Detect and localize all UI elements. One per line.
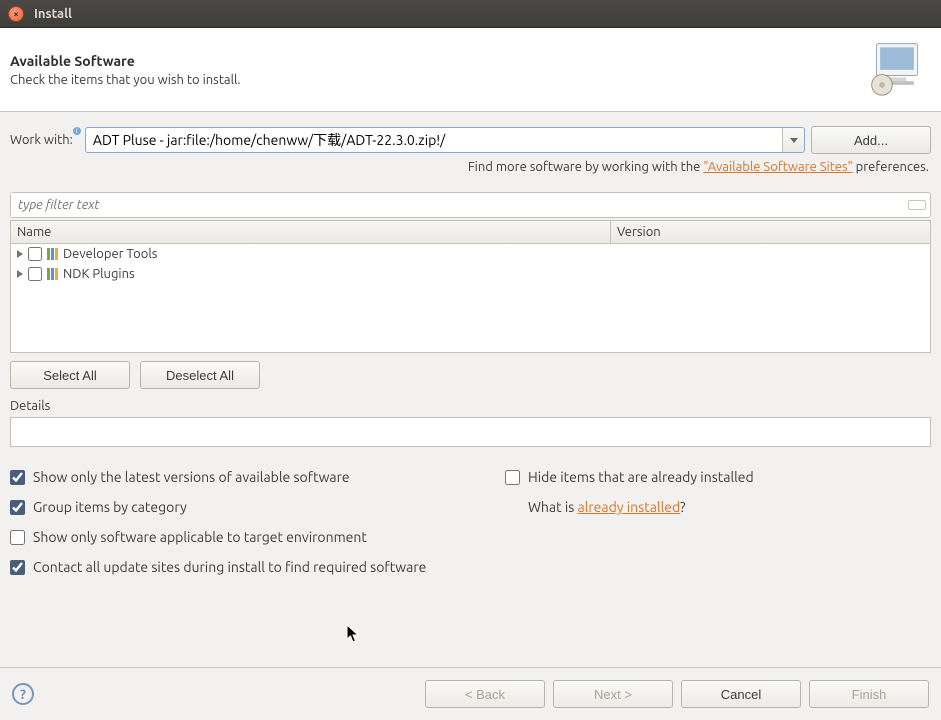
tree-row[interactable]: Developer Tools [11,244,930,264]
details-box [10,417,931,447]
clear-filter-icon[interactable] [904,193,930,217]
show-latest-label[interactable]: Show only the latest versions of availab… [33,469,350,485]
select-all-button[interactable]: Select All [10,361,130,389]
row-label: Developer Tools [63,247,157,261]
work-with-row: Work with: i Add... [10,126,931,154]
group-category-checkbox[interactable] [10,500,25,515]
install-icon [867,38,927,101]
row-checkbox[interactable] [28,267,42,281]
group-category-label[interactable]: Group items by category [33,499,187,515]
filter-field[interactable] [10,192,931,218]
feature-icon [47,248,58,260]
contact-sites-label[interactable]: Contact all update sites during install … [33,559,426,575]
next-button: Next > [553,680,673,708]
applicable-target-checkbox[interactable] [10,530,25,545]
row-label: NDK Plugins [63,267,135,281]
applicable-target-label[interactable]: Show only software applicable to target … [33,529,367,545]
show-latest-checkbox[interactable] [10,470,25,485]
tree-row[interactable]: NDK Plugins [11,264,930,284]
cancel-button[interactable]: Cancel [681,680,801,708]
col-name[interactable]: Name [11,221,611,243]
page-title: Available Software [10,53,241,69]
available-sites-link[interactable]: "Available Software Sites" [703,160,852,174]
wizard-header: Available Software Check the items that … [0,28,941,112]
options-area: Show only the latest versions of availab… [10,469,931,575]
info-icon: i [73,127,81,135]
contact-sites-checkbox[interactable] [10,560,25,575]
work-with-combo[interactable] [85,127,805,153]
combo-dropdown-button[interactable] [782,128,804,152]
titlebar: × Install [0,0,941,28]
details-label: Details [10,399,931,413]
row-checkbox[interactable] [28,247,42,261]
hide-installed-checkbox[interactable] [505,470,520,485]
finish-button: Finish [809,680,929,708]
work-with-label: Work with: i [10,133,79,147]
tree-header: Name Version [11,221,930,244]
feature-icon [47,268,58,280]
cursor-icon [346,624,360,644]
sites-hint: Find more software by working with the "… [10,160,931,174]
add-button[interactable]: Add... [811,126,931,154]
expand-icon[interactable] [17,270,23,278]
page-subtitle: Check the items that you wish to install… [10,73,241,87]
software-tree: Name Version Developer Tools NDK Plugins [10,220,931,353]
already-installed-link[interactable]: already installed [578,499,681,515]
back-button: < Back [425,680,545,708]
wizard-footer: ? < Back Next > Cancel Finish [0,667,941,720]
expand-icon[interactable] [17,250,23,258]
whatis-text: What is already installed? [505,499,754,515]
chevron-down-icon [790,138,798,143]
filter-input[interactable] [11,193,904,217]
window-title: Install [34,7,72,21]
col-version[interactable]: Version [611,221,930,243]
deselect-all-button[interactable]: Deselect All [140,361,260,389]
work-with-input[interactable] [86,128,782,152]
close-icon[interactable]: × [8,6,24,22]
hide-installed-label[interactable]: Hide items that are already installed [528,469,754,485]
help-icon[interactable]: ? [12,683,34,705]
